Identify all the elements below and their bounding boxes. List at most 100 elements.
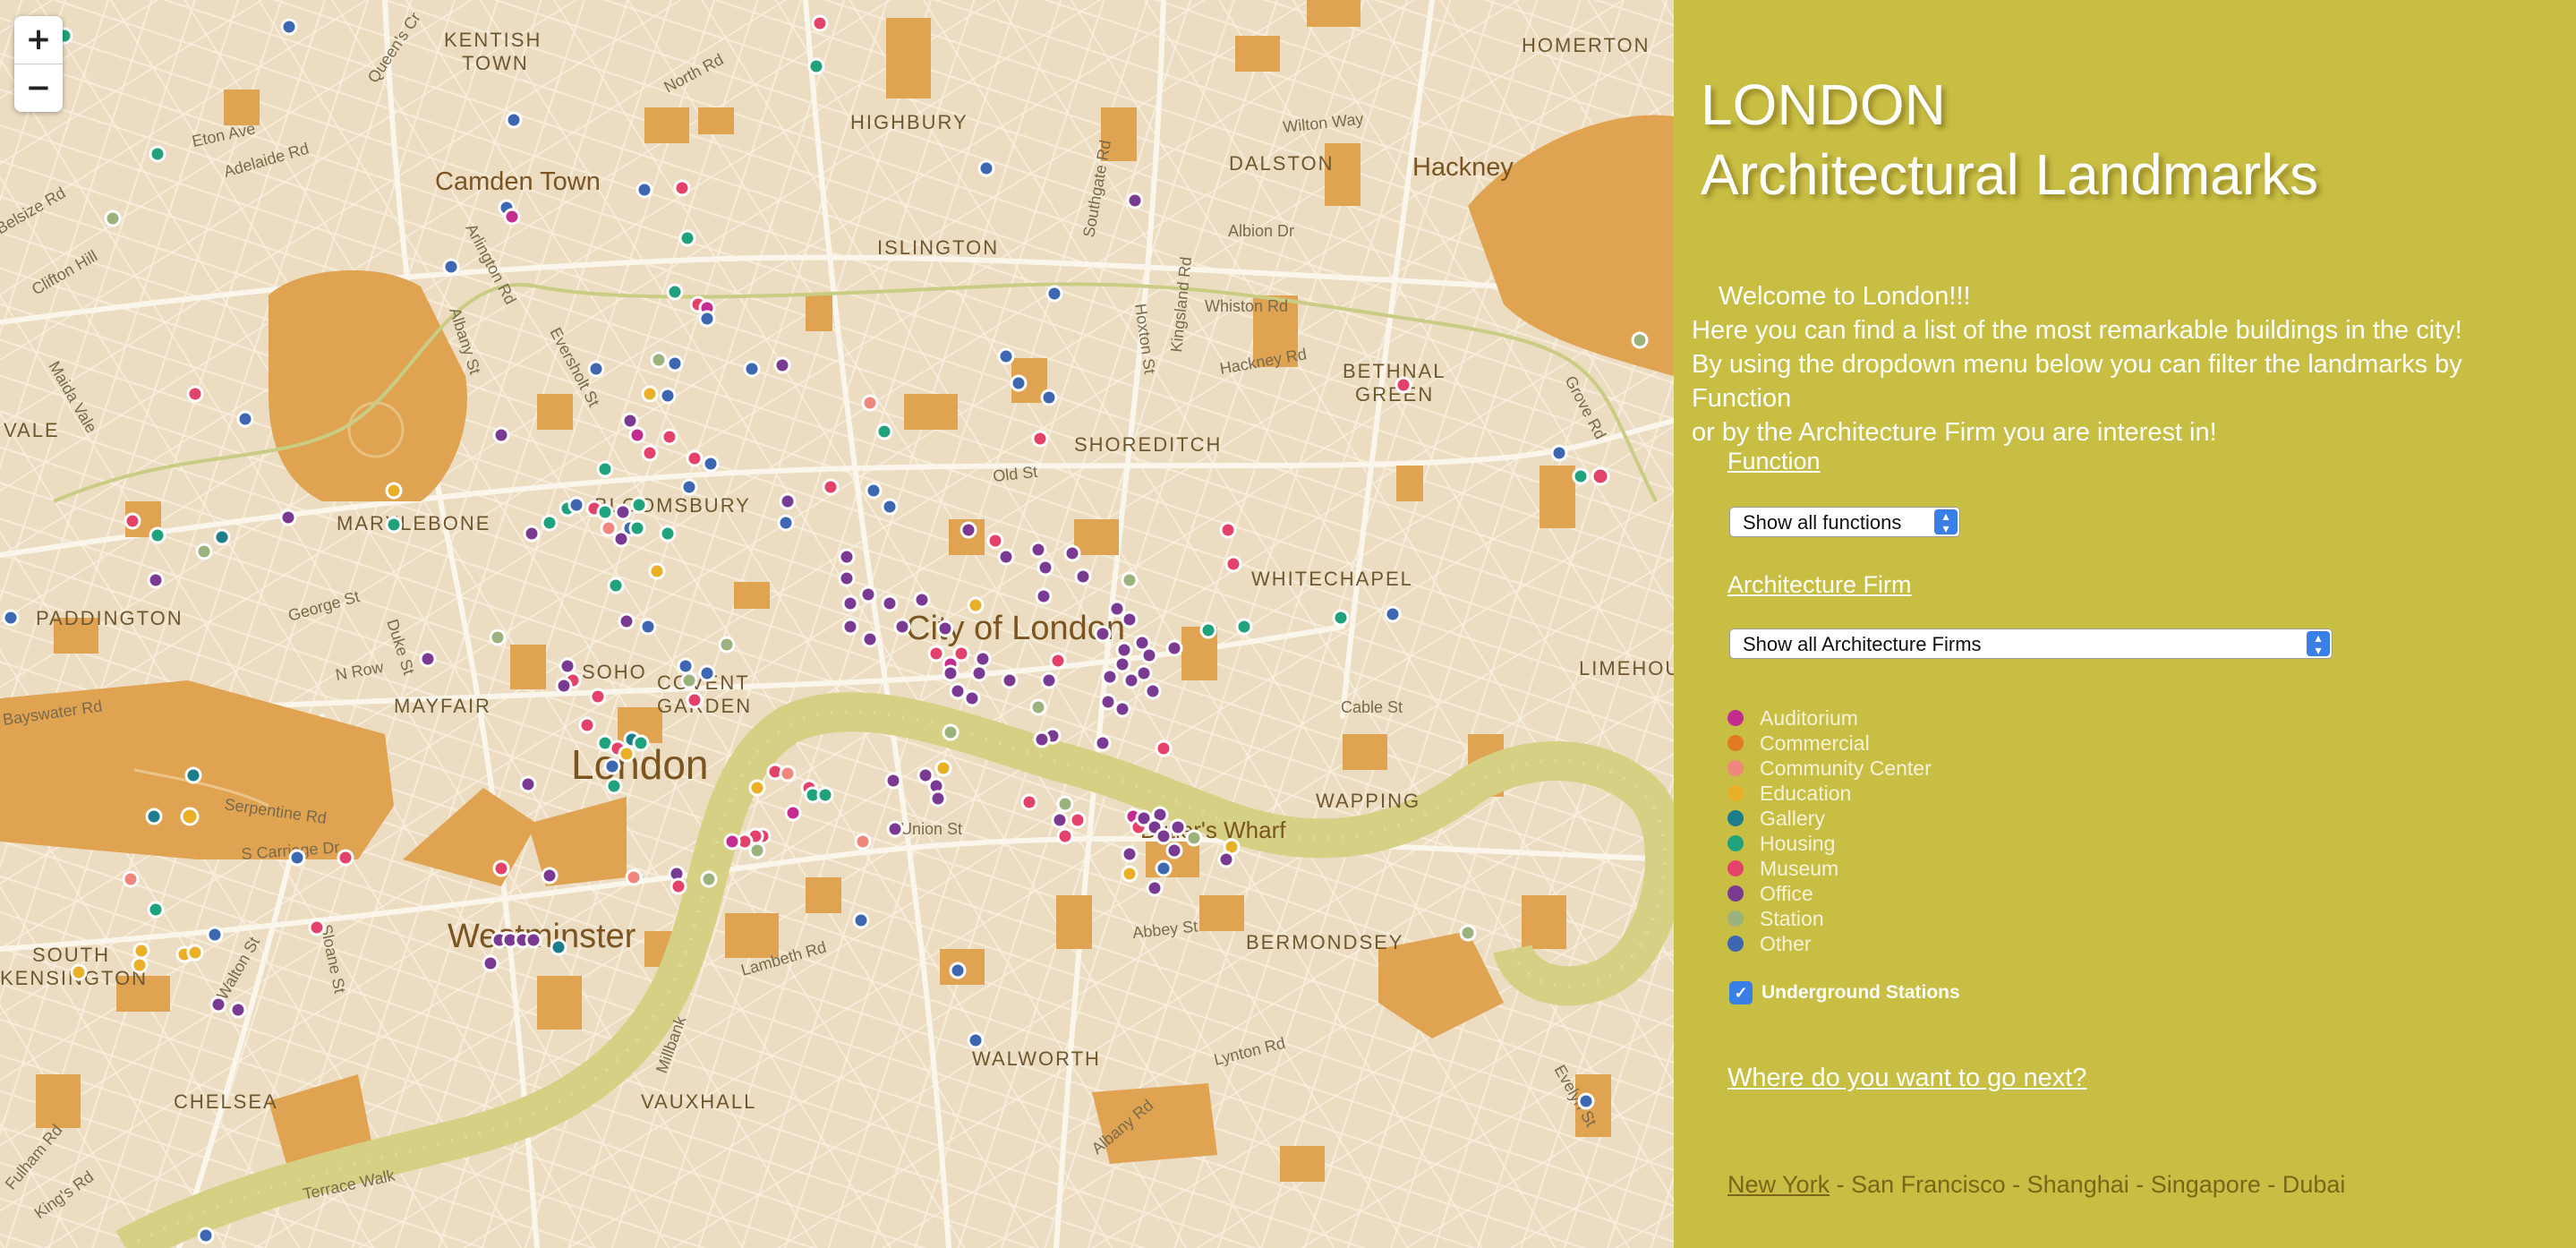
landmark-marker[interactable] xyxy=(489,628,507,646)
landmark-marker[interactable] xyxy=(1049,652,1067,670)
landmark-marker[interactable] xyxy=(1235,618,1253,636)
landmark-marker[interactable] xyxy=(718,636,736,654)
landmark-marker[interactable] xyxy=(673,179,691,197)
landmark-marker[interactable] xyxy=(967,1031,985,1049)
landmark-marker[interactable] xyxy=(1029,541,1047,559)
landmark-marker[interactable] xyxy=(1074,568,1092,586)
landmark-marker[interactable] xyxy=(1069,811,1087,829)
landmark-marker[interactable] xyxy=(997,347,1015,365)
landmark-marker[interactable] xyxy=(1045,285,1063,303)
landmark-marker[interactable] xyxy=(1031,430,1049,448)
landmark-marker[interactable] xyxy=(970,664,988,682)
landmark-marker[interactable] xyxy=(1033,731,1051,748)
landmark-marker[interactable] xyxy=(686,691,704,709)
landmark-marker[interactable] xyxy=(861,630,879,648)
city-link-others[interactable]: - San Francisco - Shanghai - Singapore -… xyxy=(1830,1171,2346,1198)
landmark-marker[interactable] xyxy=(2,609,20,627)
landmark-marker[interactable] xyxy=(605,777,623,795)
landmark-marker[interactable] xyxy=(186,385,204,403)
landmark-marker[interactable] xyxy=(677,657,695,675)
landmark-marker[interactable] xyxy=(1063,544,1081,562)
landmark-marker[interactable] xyxy=(884,772,902,790)
landmark-marker[interactable] xyxy=(963,689,981,707)
landmark-marker[interactable] xyxy=(1035,587,1053,605)
landmark-marker[interactable] xyxy=(589,688,607,705)
landmark-marker[interactable] xyxy=(550,938,567,956)
landmark-marker[interactable] xyxy=(1108,600,1126,618)
landmark-marker[interactable] xyxy=(596,460,614,478)
landmark-marker[interactable] xyxy=(698,310,716,328)
landmark-marker[interactable] xyxy=(1384,605,1402,623)
landmark-marker[interactable] xyxy=(702,455,720,473)
landmark-marker[interactable] xyxy=(949,682,967,700)
landmark-marker[interactable] xyxy=(779,765,797,782)
landmark-marker[interactable] xyxy=(1010,374,1028,392)
landmark-marker[interactable] xyxy=(147,571,165,589)
function-select[interactable]: Show all functions ▴ ▾ xyxy=(1729,507,1960,537)
landmark-marker[interactable] xyxy=(686,449,704,467)
landmark-marker[interactable] xyxy=(149,526,166,544)
legend-item[interactable]: Education xyxy=(1727,781,1932,806)
landmark-marker[interactable] xyxy=(811,14,829,32)
landmark-marker[interactable] xyxy=(1199,621,1217,639)
landmark-marker[interactable] xyxy=(1020,793,1038,811)
landmark-marker[interactable] xyxy=(442,258,460,276)
landmark-marker[interactable] xyxy=(1115,641,1133,659)
landmark-marker[interactable] xyxy=(678,229,696,247)
landmark-marker[interactable] xyxy=(628,519,646,537)
landmark-marker[interactable] xyxy=(1094,734,1112,752)
landmark-marker[interactable] xyxy=(632,734,650,752)
landmark-marker[interactable] xyxy=(670,877,687,895)
landmark-marker[interactable] xyxy=(596,503,614,521)
landmark-marker[interactable] xyxy=(748,779,766,797)
landmark-marker[interactable] xyxy=(861,394,879,412)
zoom-out-button[interactable]: − xyxy=(14,64,63,112)
landmark-marker[interactable] xyxy=(503,208,521,226)
landmark-marker[interactable] xyxy=(618,612,635,630)
map[interactable]: KENTISH TOWN HOMERTON Camden Town HIGHBU… xyxy=(0,0,1674,1248)
landmark-marker[interactable] xyxy=(1099,693,1117,711)
landmark-marker[interactable] xyxy=(784,804,802,822)
landmark-marker[interactable] xyxy=(1135,664,1153,682)
landmark-marker[interactable] xyxy=(1001,671,1019,689)
firm-select[interactable]: Show all Architecture Firms ▴ ▾ xyxy=(1729,628,2333,659)
landmark-marker[interactable] xyxy=(1577,1092,1595,1110)
landmark-marker[interactable] xyxy=(525,931,542,949)
landmark-marker[interactable] xyxy=(607,577,625,594)
landmark-marker[interactable] xyxy=(779,492,797,510)
landmark-marker[interactable] xyxy=(807,57,825,75)
landmark-marker[interactable] xyxy=(1155,859,1173,877)
landmark-marker[interactable] xyxy=(1459,924,1477,942)
landmark-marker[interactable] xyxy=(618,745,635,763)
landmark-marker[interactable] xyxy=(555,677,573,695)
landmark-marker[interactable] xyxy=(680,478,698,496)
landmark-marker[interactable] xyxy=(104,209,122,227)
landmark-marker[interactable] xyxy=(385,482,403,500)
landmark-marker[interactable] xyxy=(149,145,166,163)
landmark-marker[interactable] xyxy=(603,757,621,775)
landmark-marker[interactable] xyxy=(1113,655,1131,673)
landmark-marker[interactable] xyxy=(1040,389,1058,406)
landmark-marker[interactable] xyxy=(1121,865,1139,883)
landmark-marker[interactable] xyxy=(628,426,646,444)
landmark-marker[interactable] xyxy=(723,833,741,851)
landmark-marker[interactable] xyxy=(648,562,666,580)
landmark-marker[interactable] xyxy=(1332,609,1350,627)
landmark-marker[interactable] xyxy=(949,962,967,979)
landmark-marker[interactable] xyxy=(482,954,499,972)
landmark-marker[interactable] xyxy=(1056,827,1074,845)
landmark-marker[interactable] xyxy=(838,569,856,587)
landmark-marker[interactable] xyxy=(197,1227,215,1244)
landmark-marker[interactable] xyxy=(1029,698,1047,716)
landmark-marker[interactable] xyxy=(952,645,970,662)
landmark-marker[interactable] xyxy=(942,664,960,682)
legend-item[interactable]: Station xyxy=(1727,906,1932,931)
landmark-marker[interactable] xyxy=(492,426,510,444)
landmark-marker[interactable] xyxy=(337,849,354,867)
landmark-marker[interactable] xyxy=(698,664,716,682)
legend-item[interactable]: Housing xyxy=(1727,831,1932,856)
landmark-marker[interactable] xyxy=(1051,811,1069,829)
landmark-marker[interactable] xyxy=(865,482,883,500)
landmark-marker[interactable] xyxy=(816,786,834,804)
landmark-marker[interactable] xyxy=(641,385,659,403)
